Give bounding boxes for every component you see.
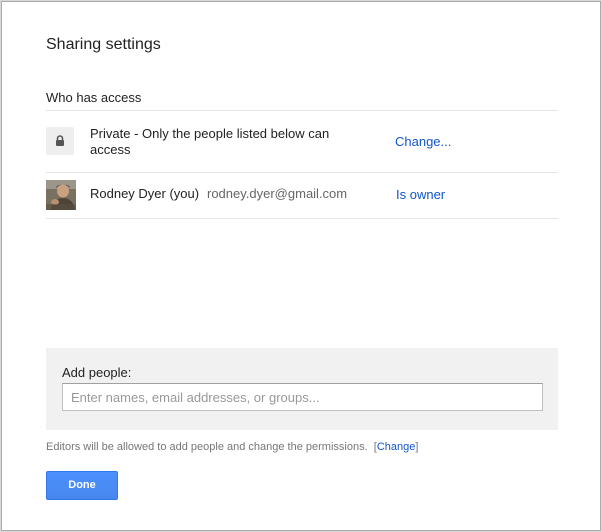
- owner-email: rodney.dyer@gmail.com: [207, 186, 348, 201]
- divider: [46, 172, 558, 173]
- divider: [46, 218, 558, 219]
- bracket-close: ]: [415, 441, 419, 453]
- lock-icon: [46, 127, 74, 155]
- owner-name: Rodney Dyer (you): [90, 186, 200, 201]
- change-access-link[interactable]: Change...: [395, 134, 451, 149]
- permissions-note: Editors will be allowed to add people an…: [46, 441, 418, 453]
- access-row: Private - Only the people listed below c…: [46, 126, 558, 157]
- done-button[interactable]: Done: [46, 471, 118, 500]
- user-photo-icon: [46, 180, 76, 210]
- divider: [46, 110, 558, 111]
- add-people-panel: Add people:: [46, 348, 558, 430]
- avatar: [46, 180, 76, 210]
- lock-icon-glyph: [56, 135, 64, 146]
- add-people-label: Add people:: [62, 365, 132, 380]
- dialog-title: Sharing settings: [46, 36, 161, 53]
- permissions-note-text: Editors will be allowed to add people an…: [46, 441, 368, 453]
- sharing-settings-dialog: Sharing settings Who has access Private …: [1, 1, 601, 531]
- add-people-input[interactable]: [62, 383, 543, 411]
- owner-row: Rodney Dyer (you) rodney.dyer@gmail.com …: [46, 180, 558, 210]
- access-description: Private - Only the people listed below c…: [90, 126, 330, 157]
- owner-role-link[interactable]: Is owner: [396, 187, 445, 202]
- change-permissions-link[interactable]: Change: [377, 441, 416, 453]
- who-has-access-label: Who has access: [46, 90, 142, 105]
